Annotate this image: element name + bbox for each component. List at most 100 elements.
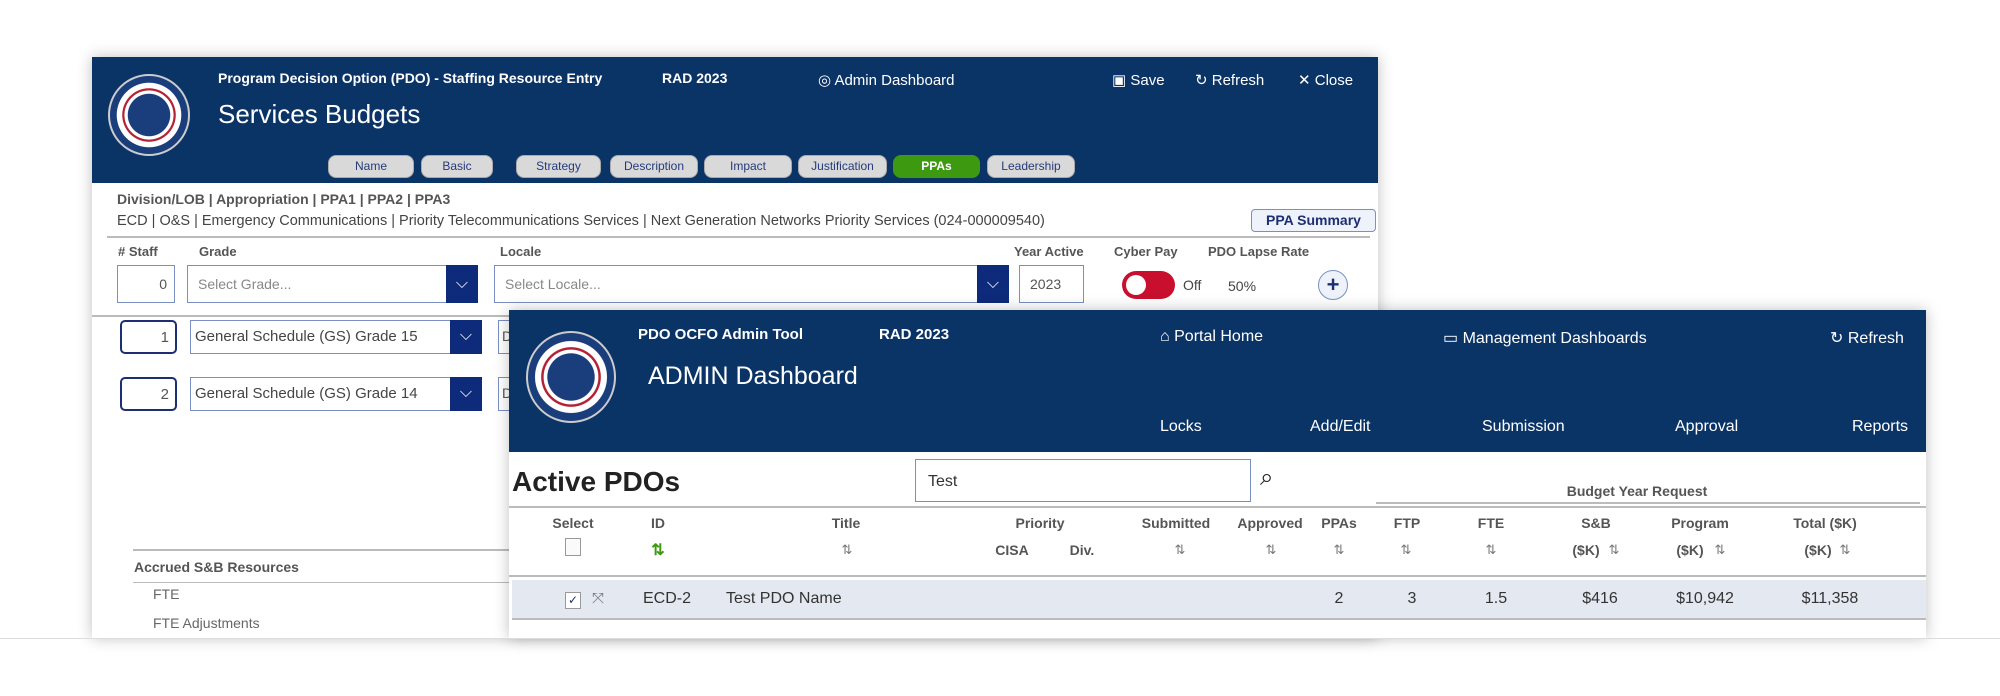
sort-program-icon[interactable]: ⇅ [1715, 542, 1726, 558]
staff-input[interactable]: 2 [120, 377, 177, 411]
refresh-button[interactable]: ↻ Refresh [1195, 71, 1264, 89]
grade-select[interactable]: General Schedule (GS) Grade 14 ⌵ [190, 377, 482, 411]
section-title: Active PDOs [512, 466, 681, 497]
tab-description[interactable]: Description [610, 155, 698, 178]
admin-dashboard-link[interactable]: ◎ Admin Dashboard [818, 71, 955, 89]
close-icon: ✕ [1298, 72, 1311, 89]
search-input[interactable]: Test [915, 459, 1251, 502]
sort-submitted-icon[interactable]: ⇅ [1175, 542, 1186, 558]
sort-title-icon[interactable]: ⇅ [842, 542, 853, 558]
sort-ppas-icon[interactable]: ⇅ [1334, 542, 1345, 558]
select-all-checkbox[interactable] [565, 538, 581, 556]
grade-select[interactable]: General Schedule (GS) Grade 15 ⌵ [190, 320, 482, 354]
hierarchy-label: Division/LOB | Appropriation | PPA1 | PP… [117, 191, 451, 207]
tab-justification[interactable]: Justification [798, 155, 887, 178]
grade-select[interactable]: Select Grade... ⌵ [187, 265, 478, 303]
nav-submission[interactable]: Submission [1482, 418, 1565, 436]
tab-strategy[interactable]: Strategy [516, 155, 601, 178]
save-button[interactable]: ▣ Save [1112, 71, 1165, 89]
header-title: Title [831, 515, 861, 531]
divider [92, 315, 512, 317]
grade-label: Grade [199, 244, 237, 259]
dhs-seal-logo [526, 331, 616, 423]
header-priority: Priority [1015, 515, 1065, 531]
admin-refresh-button[interactable]: ↻ Refresh [1830, 328, 1904, 348]
sort-ftp-icon[interactable]: ⇅ [1401, 542, 1412, 558]
tab-impact[interactable]: Impact [704, 155, 792, 178]
divider [509, 575, 1926, 577]
page-bottom-divider [0, 638, 2000, 639]
save-icon: ▣ [1112, 72, 1127, 89]
tab-ppas[interactable]: PPAs [893, 155, 980, 178]
header-approved: Approved [1237, 515, 1303, 531]
toggle-knob [1126, 275, 1146, 295]
search-icon[interactable]: ⌕ [1260, 464, 1273, 492]
divider [107, 236, 1370, 238]
chevron-down-icon[interactable]: ⌵ [450, 320, 482, 354]
portal-home-link[interactable]: ⌂ Portal Home [1160, 328, 1263, 346]
sort-sb-icon[interactable]: ⇅ [1609, 542, 1620, 558]
header-program: Program [1671, 515, 1729, 531]
cyber-pay-value: Off [1183, 277, 1202, 293]
close-button[interactable]: ✕ Close [1298, 71, 1353, 89]
nav-reports[interactable]: Reports [1852, 418, 1908, 436]
row-program: $10,942 [1676, 590, 1734, 607]
sort-id-icon[interactable]: ⇅ [651, 540, 664, 560]
cyber-pay-label: Cyber Pay [1114, 244, 1178, 259]
refresh-icon: ↻ [1830, 330, 1844, 347]
nav-add-edit[interactable]: Add/Edit [1310, 418, 1370, 436]
locale-select[interactable]: Select Locale... ⌵ [494, 265, 1009, 303]
budget-year-request-label: Budget Year Request [1566, 483, 1708, 499]
tab-leadership[interactable]: Leadership [987, 155, 1075, 178]
accrued-item: FTE Adjustments [153, 615, 260, 631]
divider [133, 549, 513, 551]
header-total: Total ($K) [1793, 515, 1857, 531]
sort-total-icon[interactable]: ⇅ [1840, 542, 1851, 558]
header-id: ID [651, 515, 665, 531]
add-staff-button[interactable]: + [1318, 270, 1348, 300]
cyber-pay-toggle[interactable] [1122, 271, 1175, 299]
ppa-summary-button[interactable]: PPA Summary [1251, 209, 1376, 232]
header-div: Div. [1069, 542, 1095, 558]
year-active-label: Year Active [1014, 244, 1084, 259]
hierarchy-value: ECD | O&S | Emergency Communications | P… [117, 213, 1045, 229]
row-id[interactable]: ECD-2 [643, 590, 691, 608]
chevron-down-icon[interactable]: ⌵ [446, 265, 478, 303]
home-icon: ⌂ [1160, 328, 1170, 345]
row-sb: $416 [1582, 590, 1618, 607]
nav-approval[interactable]: Approval [1675, 418, 1738, 436]
accrued-item: FTE [153, 586, 180, 602]
header-sb: S&B [1581, 515, 1611, 531]
management-dashboards-link[interactable]: ▭ Management Dashboards [1443, 328, 1647, 348]
nav-locks[interactable]: Locks [1160, 418, 1202, 436]
row-checkbox[interactable]: ✓ [565, 592, 581, 609]
divider [1376, 502, 1920, 504]
divider [133, 582, 513, 583]
tab-basic[interactable]: Basic [421, 155, 493, 178]
locale-label: Locale [500, 244, 542, 259]
folder-icon: ▭ [1443, 330, 1459, 347]
accrued-title: Accrued S&B Resources [134, 559, 299, 575]
app-title: Program Decision Option (PDO) - Staffing… [218, 70, 603, 86]
year-active-input[interactable]: 2023 [1019, 265, 1084, 303]
staff-input[interactable]: 0 [117, 265, 175, 303]
lapse-rate-value: 50% [1228, 278, 1257, 294]
sort-fte-icon[interactable]: ⇅ [1486, 542, 1497, 558]
lapse-rate-label: PDO Lapse Rate [1208, 244, 1310, 259]
staff-input[interactable]: 1 [120, 320, 177, 354]
chevron-down-icon[interactable]: ⌵ [450, 377, 482, 411]
tab-name[interactable]: Name [328, 155, 414, 178]
row-title: Test PDO Name [726, 590, 842, 607]
header-ftp: FTP [1393, 515, 1421, 531]
expand-icon[interactable]: ⤧ [592, 590, 604, 607]
row-ftp: 3 [1407, 590, 1417, 607]
sort-approved-icon[interactable]: ⇅ [1266, 542, 1277, 558]
divider [509, 506, 1926, 508]
chevron-down-icon[interactable]: ⌵ [977, 265, 1009, 303]
dashboard-icon: ◎ [818, 72, 832, 89]
header-program-unit: ($K) [1676, 542, 1704, 558]
dhs-seal-logo [108, 74, 190, 156]
header-sb-unit: ($K) [1572, 542, 1600, 558]
header-total-unit: ($K) [1804, 542, 1832, 558]
refresh-icon: ↻ [1195, 72, 1208, 89]
